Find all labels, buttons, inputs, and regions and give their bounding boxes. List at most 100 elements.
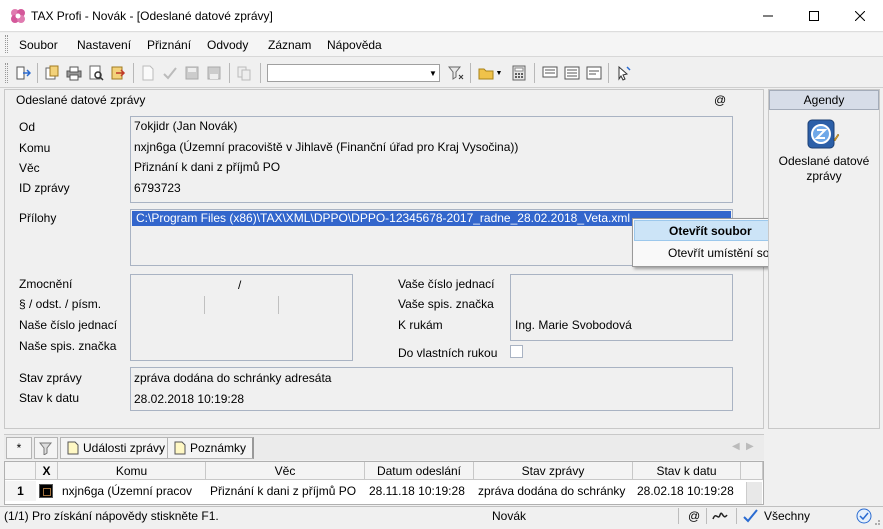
paragraf-label: § / odst. / písm. — [19, 297, 102, 311]
grid-header-stav-datu[interactable]: Stav k datu — [633, 462, 741, 480]
stav-datum-label: Stav k datu — [19, 391, 80, 405]
table-cell-stav[interactable]: zpráva dodána do schránky — [474, 481, 633, 501]
filter-icon[interactable] — [446, 63, 466, 83]
komu-label: Komu — [19, 141, 51, 155]
tab-filter[interactable] — [34, 437, 58, 459]
app-logo-icon — [10, 8, 26, 24]
status-separator — [678, 508, 679, 524]
nase-cj-label: Naše číslo jednací — [19, 318, 118, 332]
pen-check-icon — [742, 508, 758, 527]
exit-icon[interactable] — [13, 63, 33, 83]
menu-bar — [0, 33, 883, 57]
save-icon[interactable] — [182, 63, 202, 83]
outbox-message-icon[interactable] — [806, 118, 840, 152]
divider — [278, 296, 279, 314]
tab-new[interactable]: * — [6, 437, 32, 459]
filter-combo[interactable]: ▼ — [267, 64, 440, 82]
grid-scrollbar[interactable] — [746, 482, 762, 504]
grid-header-vec[interactable]: Věc — [206, 462, 365, 480]
toolbar-grip — [5, 63, 8, 83]
at-symbol-icon: @ — [714, 93, 727, 107]
grid-header-komu[interactable]: Komu — [58, 462, 206, 480]
zmocneni-box — [130, 274, 353, 361]
status-user: Novák — [492, 509, 527, 523]
menu-grip — [5, 35, 8, 53]
status-filter: Všechny — [764, 509, 811, 523]
resize-grip-icon[interactable] — [872, 515, 881, 525]
help-pointer-icon[interactable] — [614, 63, 634, 83]
agendy-item-label[interactable]: Odeslané datové zprávy — [770, 154, 878, 184]
toolbar-separator — [229, 63, 230, 83]
vase-cj-label: Vaše číslo jednací — [398, 277, 495, 291]
chevron-down-icon[interactable]: ▼ — [427, 65, 439, 81]
grid-header-rownum — [5, 462, 36, 480]
tab-scroll-left-icon[interactable]: ◀ — [732, 441, 740, 452]
list-icon[interactable] — [562, 63, 582, 83]
export-icon[interactable] — [108, 63, 128, 83]
print-preview-icon[interactable] — [86, 63, 106, 83]
status-separator — [706, 508, 707, 524]
table-cell-stav-datu[interactable]: 28.02.18 10:19:28 — [633, 481, 741, 501]
stav-value: zpráva dodána do schránky adresáta — [134, 371, 332, 385]
filter-icon — [39, 442, 53, 455]
new-record-icon[interactable] — [138, 63, 158, 83]
check-circle-icon — [856, 508, 872, 527]
menu-napoveda[interactable]: Nápověda — [327, 38, 382, 52]
grid-header-filler — [741, 462, 763, 480]
toolbar-separator — [37, 63, 38, 83]
copy-record-icon[interactable] — [42, 63, 62, 83]
vec-value: Přiznání k dani z příjmů PO — [134, 160, 281, 174]
folder-dropdown-icon[interactable]: ▼ — [493, 63, 505, 83]
maximize-button[interactable] — [791, 0, 837, 31]
table-cell-komu[interactable]: nxjn6ga (Územní pracov — [58, 481, 206, 501]
id-value: 6793723 — [134, 181, 181, 195]
vec-label: Věc — [19, 161, 40, 175]
menu-priznani[interactable]: Přiznání — [147, 38, 191, 52]
duplicate-icon[interactable] — [234, 63, 254, 83]
minimize-button[interactable] — [745, 0, 791, 31]
toolbar-separator — [260, 63, 261, 83]
toolbar-separator — [534, 63, 535, 83]
stav-datum-value: 28.02.2018 10:19:28 — [134, 392, 245, 406]
menu-zaznam[interactable]: Záznam — [268, 38, 311, 52]
k-rukam-label: K rukám — [398, 318, 443, 332]
calculator-icon[interactable] — [509, 63, 529, 83]
k-rukam-value: Ing. Marie Svobodová — [515, 318, 632, 332]
tab-scroll-right-icon[interactable]: ▶ — [746, 441, 754, 452]
note-icon[interactable] — [584, 63, 604, 83]
tab-udalosti-label: Události zprávy — [83, 441, 166, 455]
close-button[interactable] — [837, 0, 883, 31]
menu-soubor[interactable]: Soubor — [19, 38, 58, 52]
grid-header-stav[interactable]: Stav zprávy — [474, 462, 633, 480]
message-icon[interactable] — [540, 63, 560, 83]
menu-nastaveni[interactable]: Nastavení — [77, 38, 131, 52]
zmocneni-slash: / — [238, 278, 242, 292]
zmocneni-label: Zmocnění — [19, 277, 73, 291]
document-icon — [174, 441, 186, 455]
grid-header-x[interactable]: X — [36, 462, 58, 480]
confirm-icon[interactable] — [160, 63, 180, 83]
komu-value: nxjn6ga (Územní pracoviště v Jihlavě (Fi… — [134, 140, 519, 154]
do-vlastnich-checkbox[interactable] — [510, 345, 523, 358]
id-label: ID zprávy — [19, 181, 70, 195]
od-value: 7okjidr (Jan Novák) — [134, 119, 238, 133]
table-cell-datum[interactable]: 28.11.18 10:19:28 — [365, 481, 474, 501]
grid-header-datum[interactable]: Datum odeslání — [365, 462, 474, 480]
tab-poznamky[interactable]: Poznámky — [167, 437, 255, 459]
do-vlastnich-label: Do vlastních rukou — [398, 346, 498, 360]
tab-udalosti[interactable]: Události zprávy — [60, 437, 173, 459]
prilohy-label: Přílohy — [19, 211, 57, 225]
toolbar-separator — [608, 63, 609, 83]
print-icon[interactable] — [64, 63, 84, 83]
table-cell-vec[interactable]: Přiznání k dani z příjmů PO — [206, 481, 365, 501]
menu-odvody[interactable]: Odvody — [207, 38, 248, 52]
signature-icon — [712, 509, 728, 526]
row-select-checkbox[interactable] — [39, 484, 53, 498]
table-row-number: 1 — [5, 481, 36, 501]
toolbar-separator — [133, 63, 134, 83]
od-label: Od — [19, 120, 36, 134]
status-help: (1/1) Pro získání nápovědy stiskněte F1. — [4, 509, 219, 523]
panel-title: Odeslané datové zprávy — [16, 93, 146, 107]
save-all-icon[interactable] — [204, 63, 224, 83]
agendy-title: Agendy — [769, 90, 879, 110]
